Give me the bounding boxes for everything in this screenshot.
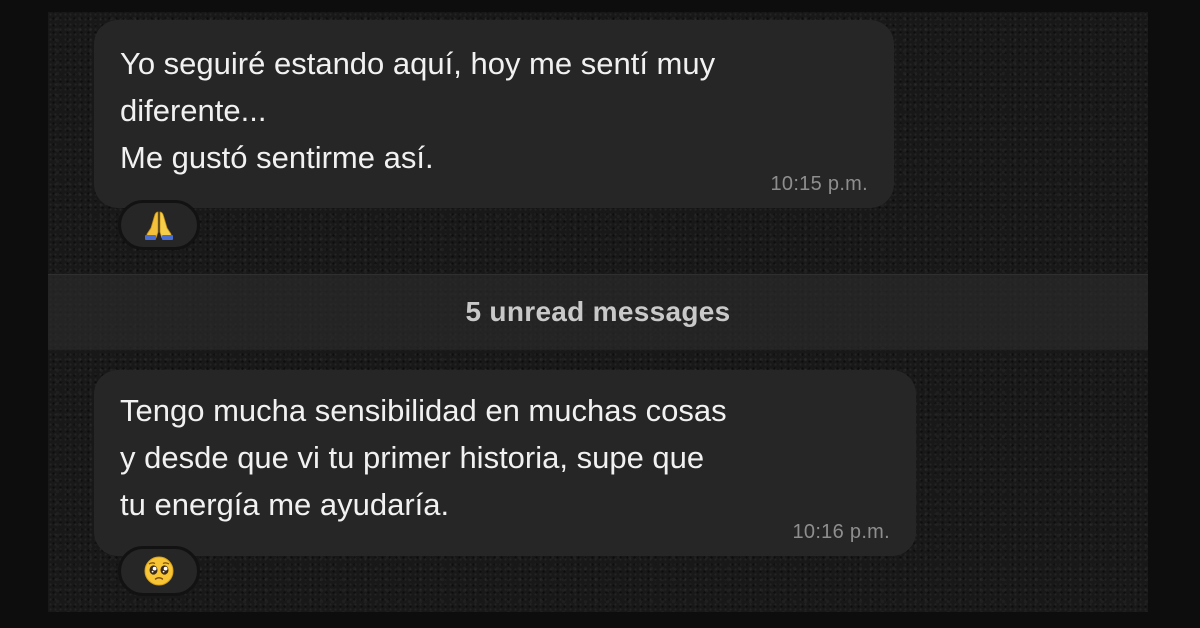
screenshot-frame: Yo seguiré estando aquí, hoy me sentí mu…	[0, 0, 1200, 628]
message-text-line: Yo seguiré estando aquí, hoy me sentí mu…	[120, 46, 716, 81]
incoming-message-bubble[interactable]: Yo seguiré estando aquí, hoy me sentí mu…	[94, 20, 894, 208]
message-text-line: Me gustó sentirme así.	[120, 140, 434, 175]
message-text-line: tu energía me ayudaría.	[120, 487, 450, 522]
message-text-line: diferente...	[120, 93, 267, 128]
chat-message-list[interactable]: Yo seguiré estando aquí, hoy me sentí mu…	[48, 12, 1148, 612]
message-timestamp: 10:16 p.m.	[792, 521, 890, 543]
incoming-message-bubble[interactable]: Tengo mucha sensibilidad en muchas cosas…	[94, 370, 916, 556]
message-text-line: y desde que vi tu primer historia, supe …	[120, 440, 705, 475]
folded-hands-icon	[142, 208, 176, 242]
message-reaction[interactable]	[118, 546, 200, 596]
pleading-face-icon	[142, 554, 176, 588]
message-reaction[interactable]	[118, 200, 200, 250]
message-text-line: Tengo mucha sensibilidad en muchas cosas	[120, 393, 727, 428]
unread-messages-divider: 5 unread messages	[48, 274, 1148, 350]
message-timestamp: 10:15 p.m.	[770, 173, 868, 195]
unread-messages-label: 5 unread messages	[465, 296, 731, 327]
